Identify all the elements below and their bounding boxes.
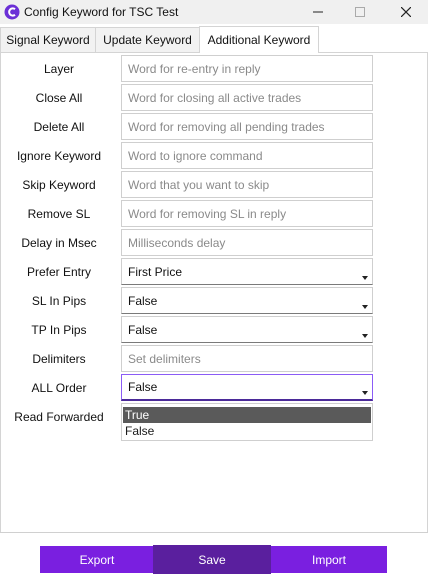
title-bar: Config Keyword for TSC Test [0, 0, 428, 24]
maximize-icon [355, 7, 365, 17]
tab-additional-keyword[interactable]: Additional Keyword [199, 26, 319, 53]
sl-in-pips-value: False [128, 293, 158, 308]
delete-all-field[interactable]: Word for removing all pending trades [121, 113, 373, 140]
close-all-field[interactable]: Word for closing all active trades [121, 84, 373, 111]
remove-sl-field[interactable]: Word for removing SL in reply [121, 200, 373, 227]
tab-signal-keyword[interactable]: Signal Keyword [0, 27, 96, 52]
tp-in-pips-select[interactable]: False [121, 316, 373, 343]
prefer-entry-value: First Price [128, 264, 182, 279]
skip-keyword-label: Skip Keyword [22, 178, 96, 192]
skip-keyword-field[interactable]: Word that you want to skip [121, 171, 373, 198]
maximize-button[interactable] [338, 0, 382, 24]
all-order-select[interactable]: False [121, 374, 373, 401]
chevron-down-icon [362, 391, 368, 395]
import-button[interactable]: Import [271, 546, 387, 573]
layer-label: Layer [43, 62, 75, 76]
chevron-down-icon [362, 276, 368, 280]
window-title: Config Keyword for TSC Test [24, 5, 179, 19]
read-forwarded-label: Read Forwarded [14, 410, 104, 424]
dropdown-option-false[interactable]: False [123, 423, 371, 439]
close-all-label: Close All [35, 91, 83, 105]
close-button[interactable] [384, 0, 428, 24]
delimiters-label: Delimiters [32, 352, 86, 366]
save-button[interactable]: Save [153, 545, 271, 574]
all-order-dropdown-list: True False [121, 403, 373, 441]
tp-in-pips-label: TP In Pips [31, 323, 87, 337]
app-logo-icon [4, 4, 20, 20]
remove-sl-label: Remove SL [27, 207, 91, 221]
minimize-button[interactable] [296, 0, 340, 24]
ignore-keyword-field[interactable]: Word to ignore command [121, 142, 373, 169]
delimiters-field[interactable]: Set delimiters [121, 345, 373, 372]
export-button[interactable]: Export [40, 546, 154, 573]
layer-field[interactable]: Word for re-entry in reply [121, 55, 373, 82]
delay-field[interactable]: Milliseconds delay [121, 229, 373, 256]
dropdown-option-true[interactable]: True [123, 407, 371, 423]
all-order-label: ALL Order [31, 381, 87, 395]
all-order-value: False [128, 380, 158, 394]
footer-divider [0, 532, 428, 533]
chevron-down-icon [362, 305, 368, 309]
sl-in-pips-label: SL In Pips [31, 294, 87, 308]
prefer-entry-select[interactable]: First Price [121, 258, 373, 285]
delete-all-label: Delete All [33, 120, 85, 134]
ignore-keyword-label: Ignore Keyword [16, 149, 102, 163]
chevron-down-icon [362, 334, 368, 338]
sl-in-pips-select[interactable]: False [121, 287, 373, 314]
close-icon [401, 7, 411, 17]
tp-in-pips-value: False [128, 322, 158, 337]
minimize-icon [313, 11, 323, 13]
prefer-entry-label: Prefer Entry [26, 265, 92, 279]
tab-update-keyword[interactable]: Update Keyword [95, 27, 200, 52]
delay-label: Delay in Msec [21, 236, 97, 250]
